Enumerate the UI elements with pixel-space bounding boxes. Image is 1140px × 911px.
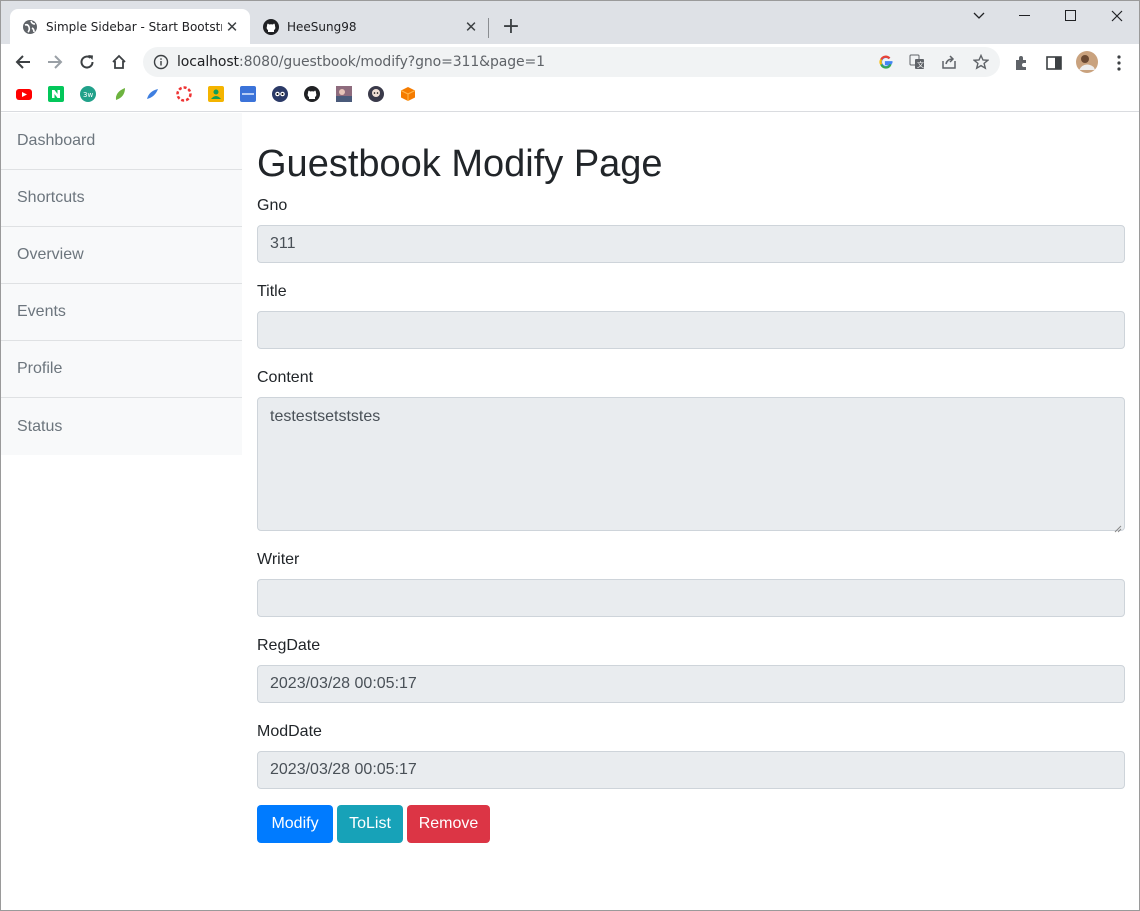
bookmarks-bar: 3w bbox=[1, 80, 1139, 112]
tab-strip: Simple Sidebar - Start Bootstrap ✕ HeeSu… bbox=[1, 1, 1139, 44]
url-path: :8080/guestbook/modify?gno=311&page=1 bbox=[238, 54, 545, 70]
browser-toolbar: localhost:8080/guestbook/modify?gno=311&… bbox=[1, 44, 1139, 80]
profile-avatar-icon[interactable] bbox=[1075, 50, 1099, 74]
reload-icon[interactable] bbox=[73, 48, 101, 76]
tolist-button[interactable]: ToList bbox=[337, 805, 403, 843]
tab-search-icon[interactable] bbox=[956, 1, 1002, 31]
globe-icon bbox=[22, 19, 38, 35]
bookmark-green-icon[interactable]: 3w bbox=[80, 86, 96, 102]
image-bookmark-icon[interactable] bbox=[336, 86, 352, 102]
github-bookmark-icon[interactable] bbox=[304, 86, 320, 102]
tab-simple-sidebar[interactable]: Simple Sidebar - Start Bootstrap ✕ bbox=[10, 9, 250, 44]
writer-label: Writer bbox=[257, 551, 300, 568]
google-icon[interactable] bbox=[878, 54, 894, 70]
tab-title: HeeSung98 bbox=[287, 19, 357, 34]
menu-kebab-icon[interactable] bbox=[1109, 53, 1129, 73]
content-text: testestsetststes bbox=[270, 408, 381, 425]
title-field[interactable] bbox=[257, 311, 1125, 349]
remove-button[interactable]: Remove bbox=[407, 805, 490, 843]
window-close-icon[interactable] bbox=[1094, 1, 1139, 31]
new-tab-button[interactable]: + bbox=[499, 14, 523, 39]
page-title: Guestbook Modify Page bbox=[257, 143, 663, 185]
svg-text:3w: 3w bbox=[83, 91, 93, 99]
resize-handle-icon[interactable] bbox=[1114, 520, 1122, 533]
svg-text:文: 文 bbox=[917, 60, 924, 69]
moddate-label: ModDate bbox=[257, 723, 322, 740]
regdate-field[interactable]: 2023/03/28 00:05:17 bbox=[257, 665, 1125, 703]
home-icon[interactable] bbox=[105, 48, 133, 76]
bookmark-blue-icon[interactable] bbox=[240, 86, 256, 102]
tab-separator bbox=[488, 18, 489, 38]
side-panel-icon[interactable] bbox=[1044, 53, 1064, 73]
bookmark-star-icon[interactable] bbox=[972, 53, 990, 70]
modify-button[interactable]: Modify bbox=[257, 805, 333, 843]
close-icon[interactable]: ✕ bbox=[461, 17, 481, 37]
sidebar-item-status[interactable]: Status bbox=[1, 398, 242, 455]
extensions-icon[interactable] bbox=[1012, 53, 1032, 73]
share-icon[interactable] bbox=[941, 54, 957, 70]
contacts-icon[interactable] bbox=[208, 86, 224, 102]
gno-label: Gno bbox=[257, 197, 288, 214]
regdate-label: RegDate bbox=[257, 637, 321, 654]
sidebar-item-events[interactable]: Events bbox=[1, 284, 242, 341]
writer-field[interactable] bbox=[257, 579, 1125, 617]
content-textarea[interactable]: testestsetststes bbox=[257, 397, 1125, 533]
browser-window: Simple Sidebar - Start Bootstrap ✕ HeeSu… bbox=[0, 0, 1140, 911]
translate-icon[interactable]: 文 bbox=[909, 54, 925, 70]
naver-icon[interactable] bbox=[48, 86, 64, 102]
url-text: localhost:8080/guestbook/modify?gno=311&… bbox=[177, 54, 545, 70]
address-bar[interactable]: localhost:8080/guestbook/modify?gno=311&… bbox=[143, 47, 1000, 77]
back-icon[interactable] bbox=[9, 48, 37, 76]
forward-icon[interactable] bbox=[41, 48, 69, 76]
sidebar-item-shortcuts[interactable]: Shortcuts bbox=[1, 170, 242, 227]
close-icon[interactable]: ✕ bbox=[222, 17, 242, 37]
maximize-icon[interactable] bbox=[1048, 1, 1094, 31]
page-content: Dashboard Shortcuts Overview Events Prof… bbox=[1, 113, 1139, 910]
site-info-icon[interactable] bbox=[153, 54, 169, 70]
sidebar-item-overview[interactable]: Overview bbox=[1, 227, 242, 284]
leaf-icon[interactable] bbox=[112, 86, 128, 102]
youtube-icon[interactable] bbox=[16, 86, 32, 102]
feather-icon[interactable] bbox=[144, 86, 160, 102]
gno-field[interactable]: 311 bbox=[257, 225, 1125, 263]
tab-github[interactable]: HeeSung98 ✕ bbox=[251, 9, 489, 44]
owl-icon[interactable] bbox=[272, 86, 288, 102]
title-label: Title bbox=[257, 283, 287, 300]
sidebar-item-profile[interactable]: Profile bbox=[1, 341, 242, 398]
sidebar-item-dashboard[interactable]: Dashboard bbox=[1, 113, 242, 170]
cube-icon[interactable] bbox=[400, 86, 416, 102]
character-icon[interactable] bbox=[368, 86, 384, 102]
lifebuoy-icon[interactable] bbox=[176, 86, 192, 102]
sidebar: Dashboard Shortcuts Overview Events Prof… bbox=[1, 113, 242, 455]
minimize-icon[interactable] bbox=[1002, 1, 1048, 31]
github-icon bbox=[263, 18, 279, 35]
moddate-field[interactable]: 2023/03/28 00:05:17 bbox=[257, 751, 1125, 789]
url-host: localhost bbox=[177, 54, 239, 70]
content-label: Content bbox=[257, 369, 314, 386]
tab-title: Simple Sidebar - Start Bootstrap bbox=[46, 19, 222, 34]
